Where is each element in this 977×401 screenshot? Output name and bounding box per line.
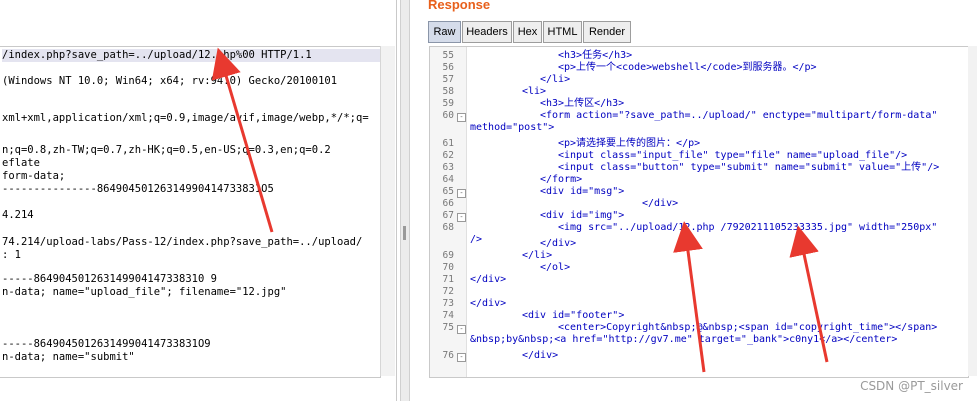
- request-line-14: n-data; name="submit": [2, 351, 135, 363]
- line-number: 66: [442, 198, 454, 209]
- fold-toggle-icon[interactable]: -: [457, 113, 466, 122]
- response-scrollbar[interactable]: [968, 46, 977, 376]
- fold-toggle-icon[interactable]: -: [457, 189, 466, 198]
- line-number: 76: [442, 350, 454, 361]
- code-line: <input class="input_file" type="file" na…: [558, 150, 908, 161]
- line-number-gutter: 55 56 57 58 59 60 61 62 63 64 65 66 67 6…: [430, 47, 467, 377]
- line-number: 58: [442, 86, 454, 97]
- code-line: <h3>上传区</h3>: [540, 98, 625, 109]
- code-line: <form action="?save_path=../upload/" enc…: [540, 110, 938, 121]
- request-line-12: n-data; name="upload_file"; filename="12…: [2, 286, 287, 298]
- request-line-4: n;q=0.8,zh-TW;q=0.7,zh-HK;q=0.5,en-US;q=…: [2, 144, 331, 156]
- line-number: 59: [442, 98, 454, 109]
- response-editor[interactable]: 55 56 57 58 59 60 61 62 63 64 65 66 67 6…: [429, 46, 969, 378]
- code-line: <div id="img">: [540, 210, 625, 221]
- request-line-5: eflate: [2, 157, 40, 169]
- line-number: 75: [442, 322, 454, 333]
- line-number: 67: [442, 210, 454, 221]
- line-number: 63: [442, 162, 454, 173]
- request-line-2: (Windows NT 10.0; Win64; x64; rv:94.0) G…: [2, 75, 338, 87]
- code-line: />: [470, 234, 483, 245]
- request-line-9: 74.214/upload-labs/Pass-12/index.php?sav…: [2, 236, 363, 248]
- line-number: 69: [442, 250, 454, 261]
- line-number: 57: [442, 74, 454, 85]
- code-line: </div>: [642, 198, 679, 209]
- pane-splitter[interactable]: [400, 0, 410, 401]
- line-number: 68: [442, 222, 454, 233]
- request-header-area: [0, 0, 396, 46]
- code-line: </div>: [470, 274, 507, 285]
- request-line-6: form-data;: [2, 170, 66, 182]
- line-number: 55: [442, 50, 454, 61]
- tab-raw[interactable]: Raw: [428, 21, 461, 43]
- code-line: <p>请选择要上传的图片：</p>: [558, 138, 701, 149]
- line-number: 61: [442, 138, 454, 149]
- tab-html[interactable]: HTML: [543, 21, 582, 43]
- code-line: <div id="footer">: [522, 310, 625, 321]
- line-number: 74: [442, 310, 454, 321]
- line-number: 72: [442, 286, 454, 297]
- line-number: 70: [442, 262, 454, 273]
- line-number: 62: [442, 150, 454, 161]
- request-line-7: ---------------8649045012631499041473383…: [2, 183, 274, 195]
- request-line-1: /index.php?save_path=../upload/12.php%00…: [2, 49, 380, 62]
- request-line-3: xml+xml,application/xml;q=0.9,image/avif…: [2, 112, 369, 124]
- request-line-8: 4.214: [2, 209, 34, 221]
- response-title: Response: [428, 0, 491, 12]
- code-line-img-src: <img src="../upload/12.php /792021110523…: [558, 222, 938, 233]
- code-line: <h3>任务</h3>: [558, 50, 633, 61]
- response-pane: Response Raw Headers Hex HTML Render 55 56 5…: [410, 0, 977, 401]
- code-line: <center>Copyright&nbsp;@&nbsp;<span id="…: [558, 322, 938, 333]
- code-line: <div id="msg">: [540, 186, 625, 197]
- tab-render[interactable]: Render: [583, 21, 631, 43]
- fold-toggle-icon[interactable]: -: [457, 325, 466, 334]
- line-number: 71: [442, 274, 454, 285]
- code-line: </div>: [470, 298, 507, 309]
- watermark: CSDN @PT_silver: [860, 379, 963, 393]
- code-line: </li>: [522, 250, 553, 261]
- response-tabs: Raw Headers Hex HTML Render: [428, 21, 632, 43]
- line-number: 64: [442, 174, 454, 185]
- code-line: method="post">: [470, 122, 555, 133]
- request-scrollbar[interactable]: [380, 46, 395, 376]
- code-line: <p>上传一个<code>webshell</code>到服务器。</p>: [558, 62, 817, 73]
- line-number: 65: [442, 186, 454, 197]
- request-line-13: -----86490450126314990414733831O9: [2, 338, 211, 350]
- code-line: </div>: [522, 350, 559, 361]
- code-line: <li>: [522, 86, 547, 97]
- code-line: </form>: [540, 174, 583, 185]
- code-line: <input class="button" type="submit" name…: [558, 162, 940, 173]
- line-number: 73: [442, 298, 454, 309]
- request-editor[interactable]: /index.php?save_path=../upload/12.php%00…: [0, 46, 381, 378]
- request-line-10: : 1: [2, 249, 21, 261]
- fold-toggle-icon[interactable]: -: [457, 213, 466, 222]
- code-line: </ol>: [540, 262, 571, 273]
- line-number: 56: [442, 62, 454, 73]
- splitter-grip-icon[interactable]: [403, 226, 406, 240]
- tab-headers[interactable]: Headers: [462, 21, 512, 43]
- request-pane: /index.php?save_path=../upload/12.php%00…: [0, 0, 397, 401]
- code-line: &nbsp;by&nbsp;<a href="http://gv7.me" ta…: [470, 334, 898, 345]
- tab-hex[interactable]: Hex: [513, 21, 542, 43]
- line-number: 60: [442, 110, 454, 121]
- code-line: </li>: [540, 74, 571, 85]
- fold-toggle-icon[interactable]: -: [457, 353, 466, 362]
- request-line-11: -----864904501263149904147338310 9: [2, 273, 217, 285]
- code-line: </div>: [540, 238, 577, 249]
